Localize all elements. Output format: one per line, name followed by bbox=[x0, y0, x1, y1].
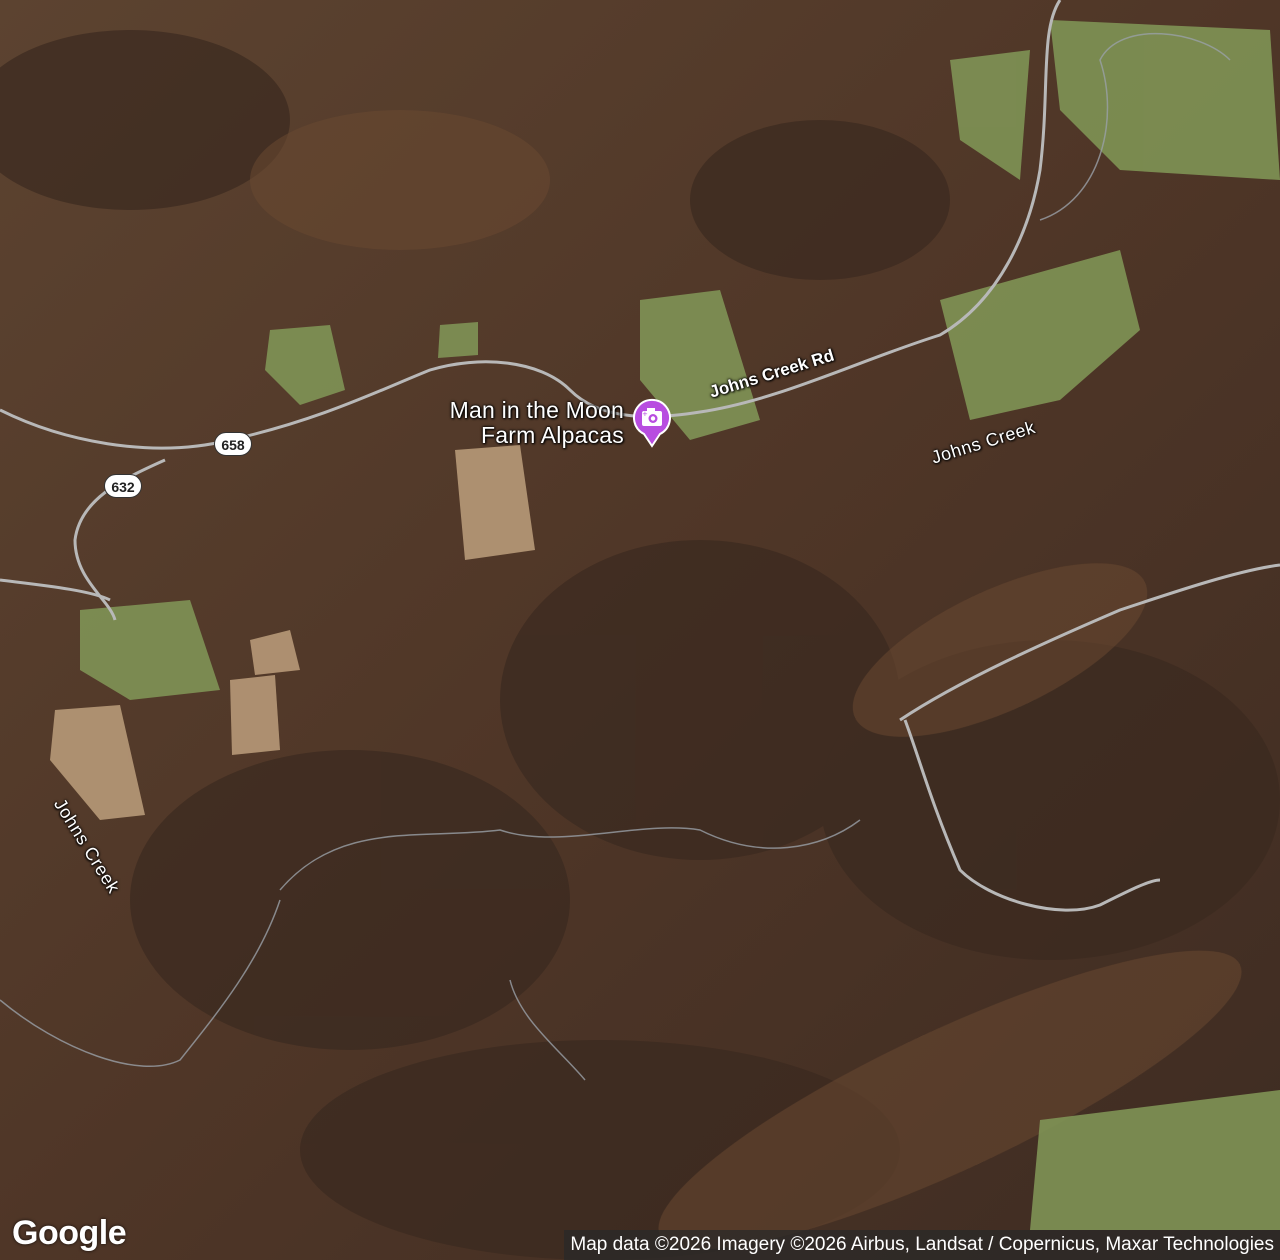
route-632-shield[interactable]: 632 bbox=[104, 474, 142, 498]
poi-label[interactable]: Man in the Moon Farm Alpacas bbox=[414, 398, 624, 448]
route-658-shield[interactable]: 658 bbox=[214, 432, 252, 456]
satellite-terrain bbox=[0, 0, 1280, 1260]
camera-icon[interactable]: + bbox=[630, 398, 674, 448]
map-attribution[interactable]: Map data ©2026 Imagery ©2026 Airbus, Lan… bbox=[564, 1230, 1280, 1260]
map-canvas[interactable]: 658 632 Man in the Moon Farm Alpacas + J… bbox=[0, 0, 1280, 1260]
svg-text:+: + bbox=[642, 410, 648, 418]
poi-name-line1: Man in the Moon bbox=[449, 397, 624, 423]
poi-name-line2: Farm Alpacas bbox=[480, 422, 624, 448]
google-logo: Google bbox=[12, 1214, 127, 1252]
